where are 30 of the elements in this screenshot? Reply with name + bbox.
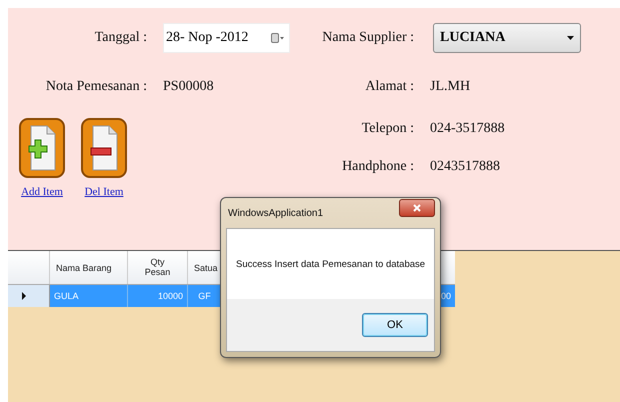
calendar-dropdown-icon	[271, 32, 285, 44]
date-picker[interactable]: 28- Nop -2012	[163, 23, 290, 53]
column-header[interactable]: Qty Pesan	[128, 251, 188, 284]
table-cell-text: 00	[441, 290, 452, 303]
field-value: JL.MH	[430, 79, 470, 95]
field-value: 0243517888	[430, 159, 500, 175]
field-label: Nama Supplier :	[321, 30, 414, 46]
dropdown-arrow-icon	[567, 36, 574, 40]
table-cell: GULA	[50, 285, 128, 307]
ok-button[interactable]: OK	[362, 313, 428, 337]
column-header[interactable]: Nama Barang	[50, 251, 128, 284]
column-header[interactable]: Satua	[188, 251, 222, 284]
field-label: Handphone :	[341, 159, 414, 175]
field-label: Telepon :	[360, 121, 414, 137]
add-document-icon[interactable]	[19, 118, 65, 178]
field-value: PS00008	[163, 79, 214, 95]
close-button[interactable]	[399, 199, 435, 217]
remove-document-icon[interactable]	[81, 118, 127, 178]
close-icon	[413, 204, 421, 212]
field-label: Alamat :	[364, 79, 414, 95]
field-label: Tanggal :	[94, 30, 147, 46]
supplier-dropdown[interactable]: LUCIANA	[433, 23, 581, 53]
current-row-icon	[22, 292, 26, 300]
field-value: 024-3517888	[430, 121, 505, 137]
action-link[interactable]: Add Item	[21, 186, 63, 198]
dialog-message: Success Insert data Pemesanan to database	[236, 258, 426, 270]
action-link[interactable]: Del Item	[84, 186, 124, 198]
dialog-title: WindowsApplication1	[228, 208, 324, 218]
field-label: Nota Pemesanan :	[44, 79, 147, 95]
table-cell: 10000	[128, 285, 188, 307]
